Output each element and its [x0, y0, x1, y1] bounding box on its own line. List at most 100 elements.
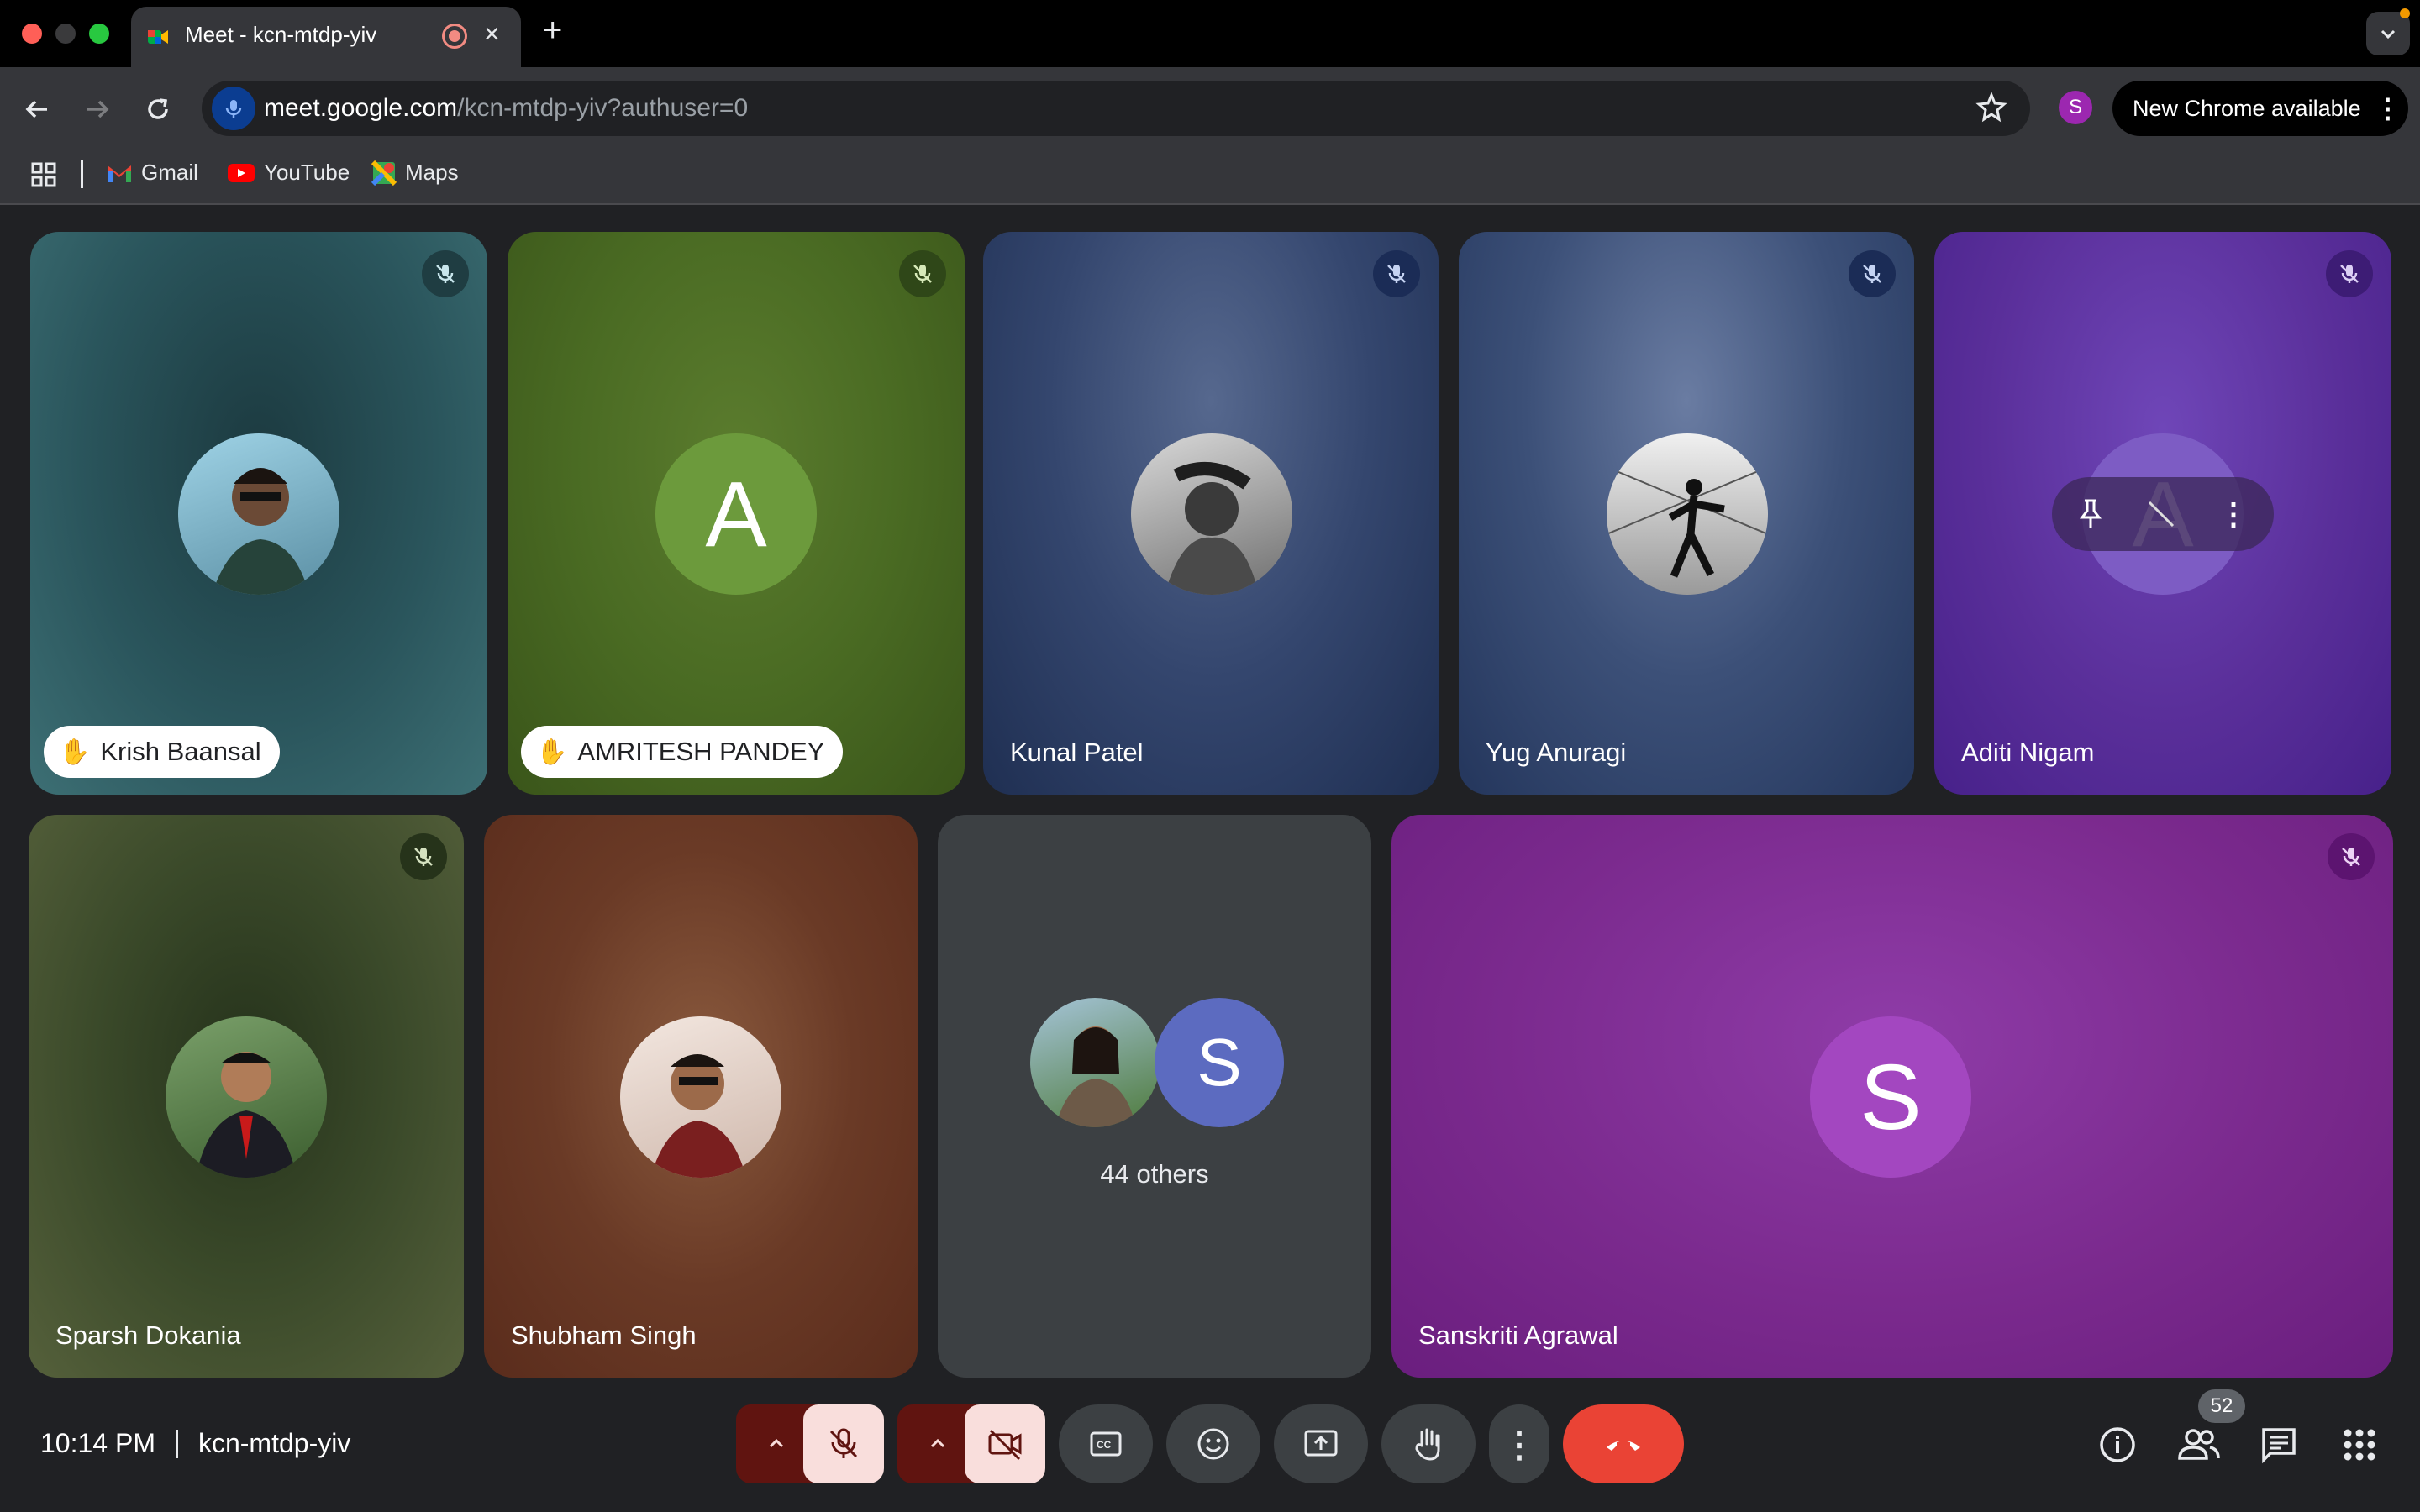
close-window-button[interactable] — [22, 24, 42, 44]
participant-name-pill: ✋ AMRITESH PANDEY — [521, 726, 844, 778]
raise-hand-button[interactable] — [1381, 1404, 1476, 1483]
chevron-down-icon — [2381, 29, 2396, 39]
others-count-label: 44 others — [1100, 1159, 1209, 1189]
forward-arrow-icon[interactable] — [81, 92, 114, 126]
participant-name: Aditi Nigam — [1961, 738, 2095, 767]
closed-captions-icon: CC — [1090, 1431, 1122, 1457]
camera-off-icon — [988, 1429, 1022, 1461]
bookmark-label: YouTube — [264, 160, 350, 185]
profile-avatar[interactable]: S — [2059, 91, 2092, 124]
avatar — [166, 1016, 327, 1178]
chevron-up-icon — [930, 1438, 945, 1448]
more-options-icon[interactable]: ⋮ — [2218, 496, 2249, 532]
gmail-icon — [108, 165, 131, 182]
reload-icon[interactable] — [141, 92, 175, 126]
pin-icon[interactable] — [2077, 497, 2104, 531]
profile-initial: S — [2068, 96, 2082, 118]
more-options-button[interactable]: ⋮ — [1489, 1404, 1549, 1483]
back-arrow-icon[interactable] — [20, 92, 54, 126]
site-mic-icon[interactable] — [212, 87, 255, 130]
mic-off-icon — [414, 848, 433, 866]
participant-tile-kunal[interactable]: Kunal Patel — [983, 232, 1439, 795]
svg-text:CC: CC — [1097, 1439, 1112, 1451]
muted-indicator — [2328, 833, 2375, 880]
avatar — [1030, 998, 1160, 1127]
browser-tab[interactable]: Meet - kcn-mtdp-yiv × — [131, 7, 521, 67]
participant-tile-shubham[interactable]: Shubham Singh — [484, 815, 918, 1378]
people-count-badge: 52 — [2198, 1389, 2245, 1423]
participant-tile-yug[interactable]: Yug Anuragi — [1459, 232, 1914, 795]
avatar: S — [1810, 1016, 1971, 1178]
maps-icon — [371, 160, 397, 186]
participant-name-pill: ✋ Krish Baansal — [44, 726, 280, 778]
participant-tile-amritesh[interactable]: A ✋ AMRITESH PANDEY — [508, 232, 965, 795]
mute-for-everyone-icon[interactable] — [2144, 497, 2178, 531]
bookmark-youtube[interactable]: YouTube — [227, 160, 350, 186]
recording-indicator-icon — [442, 24, 467, 49]
apps-grid-icon[interactable] — [30, 161, 57, 192]
close-tab-icon[interactable]: × — [484, 18, 500, 50]
meeting-info-icon[interactable] — [2097, 1425, 2138, 1469]
microphone-toggle-button[interactable] — [803, 1404, 884, 1483]
participant-tile-sanskriti[interactable]: S Sanskriti Agrawal — [1392, 815, 2393, 1378]
raised-hand-icon: ✋ — [59, 738, 91, 766]
bookmark-label: Gmail — [141, 160, 198, 185]
muted-indicator — [899, 250, 946, 297]
present-icon — [1304, 1430, 1338, 1457]
bookmark-star-icon[interactable] — [1975, 91, 2008, 129]
participant-name: Kunal Patel — [1010, 738, 1144, 767]
url-text: meet.google.com/kcn-mtdp-yiv?authuser=0 — [264, 94, 749, 122]
participant-name: Sanskriti Agrawal — [1418, 1320, 1618, 1350]
others-tile[interactable]: S 44 others — [938, 815, 1371, 1378]
end-call-icon — [1607, 1441, 1640, 1451]
avatar: S — [1155, 998, 1284, 1127]
new-chrome-available-button[interactable]: New Chrome available ⋮ — [2112, 81, 2408, 136]
zoom-window-button[interactable] — [89, 24, 109, 44]
mic-off-icon — [2340, 265, 2359, 283]
muted-indicator — [400, 833, 447, 880]
avatar — [1607, 433, 1768, 595]
avatar-letter: S — [1860, 1045, 1922, 1149]
minimize-window-button[interactable] — [55, 24, 76, 44]
mic-off-icon — [2342, 848, 2360, 866]
kebab-menu-icon: ⋮ — [2374, 93, 2402, 123]
avatar — [1131, 433, 1292, 595]
emoji-icon — [1197, 1428, 1229, 1460]
present-screen-button[interactable] — [1274, 1404, 1368, 1483]
notification-dot — [2400, 8, 2410, 18]
mic-off-icon — [913, 265, 932, 283]
avatar-letter: S — [1197, 1025, 1242, 1100]
tile-hover-controls: ⋮ — [2052, 477, 2274, 551]
bookmark-gmail[interactable]: Gmail — [106, 160, 198, 186]
participant-tile-sparsh[interactable]: Sparsh Dokania — [29, 815, 464, 1378]
new-tab-icon[interactable]: + — [543, 12, 562, 50]
youtube-icon — [228, 163, 255, 182]
tab-title: Meet - kcn-mtdp-yiv — [185, 22, 377, 47]
avatar — [620, 1016, 781, 1178]
camera-toggle-button[interactable] — [965, 1404, 1045, 1483]
reactions-button[interactable] — [1166, 1404, 1260, 1483]
muted-indicator — [2326, 250, 2373, 297]
participant-name: Sparsh Dokania — [55, 1320, 241, 1350]
mic-off-icon — [829, 1428, 858, 1458]
bookmarks-divider — [81, 160, 83, 188]
address-bar[interactable]: meet.google.com/kcn-mtdp-yiv?authuser=0 — [202, 81, 2030, 136]
update-label: New Chrome available — [2133, 95, 2361, 121]
people-icon[interactable] — [2176, 1425, 2222, 1469]
participant-tile-krish[interactable]: ✋ Krish Baansal — [30, 232, 487, 795]
chevron-up-icon — [769, 1438, 784, 1448]
muted-indicator — [422, 250, 469, 297]
meet-favicon-icon — [146, 25, 170, 49]
leave-call-button[interactable] — [1563, 1404, 1684, 1483]
bookmark-maps[interactable]: Maps — [371, 160, 459, 186]
participant-name: Yug Anuragi — [1486, 738, 1627, 767]
participant-tile-aditi[interactable]: A ⋮ Aditi Nigam — [1934, 232, 2391, 795]
chat-icon[interactable] — [2259, 1425, 2299, 1469]
more-vert-icon: ⋮ — [1502, 1424, 1537, 1464]
avatar — [178, 433, 339, 595]
meeting-details: 10:14 PM kcn-mtdp-yiv — [40, 1428, 350, 1459]
muted-indicator — [1849, 250, 1896, 297]
captions-button[interactable]: CC — [1059, 1404, 1153, 1483]
avatar-letter: A — [705, 462, 767, 566]
activities-icon[interactable] — [2339, 1425, 2380, 1469]
